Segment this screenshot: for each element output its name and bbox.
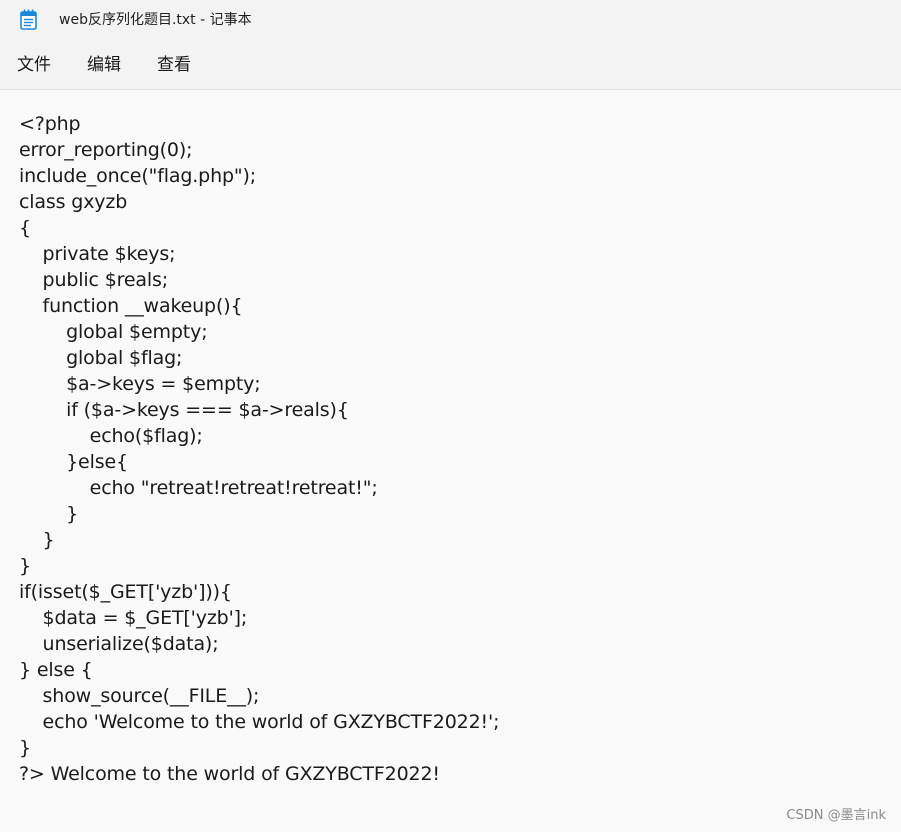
code-line: }: [19, 555, 31, 577]
menu-file[interactable]: 文件: [17, 54, 51, 76]
text-editor[interactable]: <?php error_reporting(0); include_once("…: [0, 90, 901, 832]
code-line: echo "retreat!retreat!retreat!";: [19, 477, 378, 499]
code-line: class gxyzb: [19, 191, 128, 213]
code-line: $a->keys = $empty;: [19, 373, 261, 395]
code-line: if(isset($_GET['yzb'])){: [19, 581, 232, 603]
code-line: ?> Welcome to the world of GXZYBCTF2022!: [19, 763, 440, 785]
window-title: web反序列化题目.txt - 记事本: [59, 12, 252, 28]
code-line: error_reporting(0);: [19, 139, 193, 161]
title-bar[interactable]: web反序列化题目.txt - 记事本: [0, 0, 901, 40]
code-line: $data = $_GET['yzb'];: [19, 607, 248, 629]
menu-edit[interactable]: 编辑: [87, 54, 121, 76]
code-line: } else {: [19, 659, 93, 681]
code-line: function __wakeup(){: [19, 295, 243, 317]
code-line: global $empty;: [19, 321, 208, 343]
code-line: private $keys;: [19, 243, 176, 265]
code-line: }: [19, 529, 55, 551]
menu-bar: 文件 编辑 查看: [0, 40, 901, 90]
code-line: unserialize($data);: [19, 633, 219, 655]
code-line: global $flag;: [19, 347, 183, 369]
code-line: include_once("flag.php");: [19, 165, 256, 187]
code-line: public $reals;: [19, 269, 169, 291]
menu-view[interactable]: 查看: [157, 54, 191, 76]
code-line: {: [19, 217, 31, 239]
code-line: }: [19, 503, 79, 525]
notepad-icon: [20, 9, 37, 30]
code-line: echo 'Welcome to the world of GXZYBCTF20…: [19, 711, 500, 733]
code-line: }else{: [19, 451, 128, 473]
code-line: <?php: [19, 113, 81, 135]
code-line: echo($flag);: [19, 425, 203, 447]
code-line: }: [19, 737, 31, 759]
code-line: show_source(__FILE__);: [19, 685, 260, 707]
watermark: CSDN @墨言ink: [786, 808, 886, 823]
code-line: if ($a->keys === $a->reals){: [19, 399, 349, 421]
